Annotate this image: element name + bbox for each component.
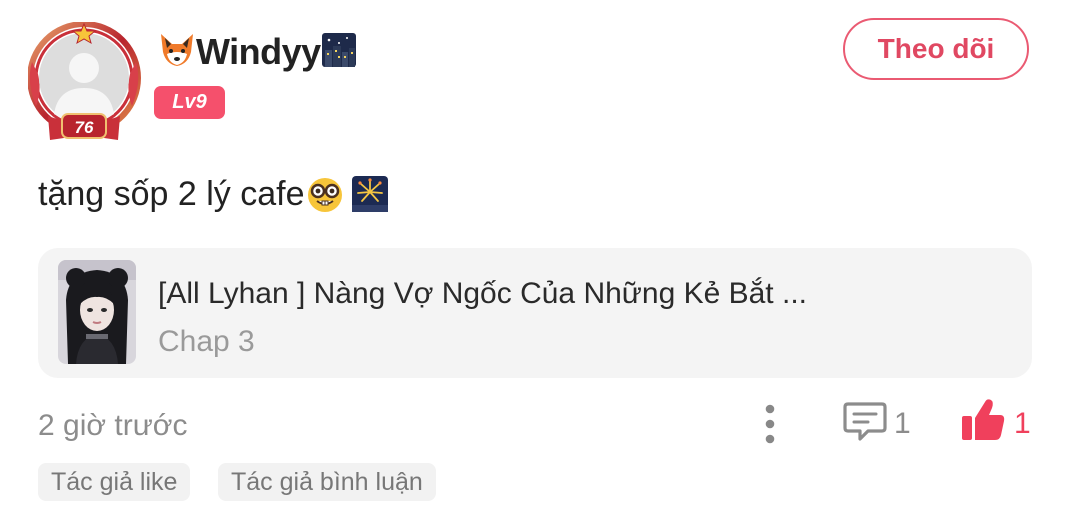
follow-button[interactable]: Theo dõi xyxy=(843,18,1029,80)
username-text: Windyy xyxy=(196,31,321,72)
thumbs-up-icon xyxy=(962,399,1005,440)
more-vertical-icon xyxy=(765,404,775,444)
avatar-frame: 76 xyxy=(28,22,141,140)
story-card[interactable]: [All Lyhan ] Nàng Vợ Ngốc Của Những Kẻ B… xyxy=(38,248,1032,378)
post-timestamp: 2 giờ trước xyxy=(38,409,188,442)
like-count: 1 xyxy=(1014,407,1031,440)
more-options-button[interactable] xyxy=(752,400,788,448)
username[interactable]: Windyy xyxy=(158,30,357,74)
night-city-emoji-icon xyxy=(321,33,356,67)
author-commented-tag: Tác giả bình luận xyxy=(218,463,436,501)
story-cover-image xyxy=(58,260,136,364)
comment-icon xyxy=(843,402,887,441)
like-button[interactable]: 1 xyxy=(960,396,1031,448)
comment-post: 76 Windyy Lv9 Theo dõi tặng sốp 2 lý caf… xyxy=(0,0,1075,532)
level-badge: Lv9 xyxy=(154,86,225,119)
fox-emoji-icon xyxy=(161,34,193,66)
comment-button[interactable]: 1 xyxy=(842,398,911,448)
comment-count: 1 xyxy=(894,407,911,440)
nerd-face-emoji-icon xyxy=(307,178,342,213)
story-title: [All Lyhan ] Nàng Vợ Ngốc Của Những Kẻ B… xyxy=(158,277,807,310)
author-liked-tag: Tác giả like xyxy=(38,463,191,501)
avatar-frame-number: 76 xyxy=(75,118,94,137)
avatar[interactable]: 76 xyxy=(28,22,144,142)
story-chapter: Chap 3 xyxy=(158,325,255,358)
post-content: tặng sốp 2 lý cafe xyxy=(38,168,389,218)
fireworks-emoji-icon xyxy=(351,176,388,213)
post-text: tặng sốp 2 lý cafe xyxy=(38,175,305,214)
